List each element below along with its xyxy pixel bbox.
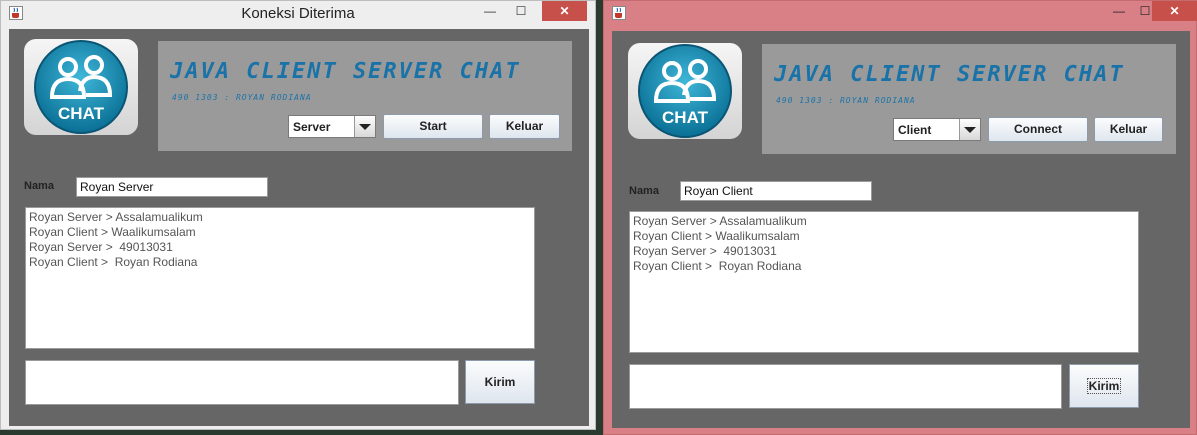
header-subtitle: 490 1303 : ROYAN RODIANA — [172, 93, 312, 102]
chat-log[interactable]: Royan Server > Assalamualikum Royan Clie… — [629, 211, 1139, 353]
header-title: JAVA CLIENT SERVER CHAT — [774, 62, 1125, 87]
chat-logo: CHAT — [24, 39, 138, 135]
server-content-panel: CHAT JAVA CLIENT SERVER CHAT 490 1303 : … — [9, 29, 589, 426]
client-content-panel: CHAT JAVA CLIENT SERVER CHAT 490 1303 : … — [612, 31, 1190, 428]
exit-button[interactable]: Keluar — [489, 114, 560, 139]
chat-users-icon: CHAT — [638, 44, 732, 138]
chat-users-icon: CHAT — [34, 40, 128, 134]
minimize-button[interactable]: — — [477, 1, 503, 21]
start-button[interactable]: Start — [383, 114, 483, 139]
header-panel: JAVA CLIENT SERVER CHAT 490 1303 : ROYAN… — [762, 44, 1176, 154]
java-cup-icon — [612, 6, 626, 20]
name-label: Nama — [629, 185, 659, 197]
chat-log[interactable]: Royan Server > Assalamualikum Royan Clie… — [25, 207, 535, 349]
mode-select-value: Server — [293, 120, 331, 134]
client-window: — ☐ ✕ CHAT JAVA CLIENT SERVER CHAT 490 1… — [603, 0, 1197, 435]
header-panel: JAVA CLIENT SERVER CHAT 490 1303 : ROYAN… — [158, 41, 572, 151]
chat-message: Royan Client > Royan Rodiana — [633, 259, 802, 273]
server-window: Koneksi Diterima — ☐ ✕ CHAT JAVA CLIENT … — [0, 0, 596, 430]
chat-message: Royan Client > Waalikumsalam — [29, 225, 196, 239]
mode-select[interactable]: Client — [893, 118, 981, 141]
connect-button[interactable]: Connect — [988, 117, 1088, 142]
name-field[interactable]: Royan Client — [680, 181, 872, 201]
logo-text: CHAT — [662, 108, 709, 127]
send-button[interactable]: Kirim — [465, 360, 535, 404]
chevron-down-icon[interactable] — [959, 119, 980, 140]
name-field[interactable]: Royan Server — [76, 177, 268, 197]
header-title: JAVA CLIENT SERVER CHAT — [170, 59, 521, 84]
minimize-button[interactable]: — — [1106, 1, 1132, 21]
close-button[interactable]: ✕ — [542, 1, 587, 21]
chat-message: Royan Client > Waalikumsalam — [633, 229, 800, 243]
window-title: Koneksi Diterima — [241, 5, 355, 22]
send-button-label: Kirim — [1086, 378, 1122, 394]
chevron-down-icon[interactable] — [354, 116, 375, 137]
maximize-button[interactable]: ☐ — [508, 1, 534, 21]
mode-select-value: Client — [898, 123, 932, 137]
header-subtitle: 490 1303 : ROYAN RODIANA — [776, 96, 916, 105]
client-titlebar[interactable]: — ☐ ✕ — [604, 1, 1197, 27]
chat-message: Royan Client > Royan Rodiana — [29, 255, 198, 269]
chat-message: Royan Server > Assalamualikum — [633, 214, 807, 228]
chat-message: Royan Server > Assalamualikum — [29, 210, 203, 224]
close-button[interactable]: ✕ — [1152, 1, 1197, 21]
send-button[interactable]: Kirim — [1069, 364, 1139, 408]
logo-text: CHAT — [58, 104, 105, 123]
message-input[interactable] — [25, 360, 459, 405]
chat-logo: CHAT — [628, 43, 742, 139]
chat-message: Royan Server > 49013031 — [633, 244, 777, 258]
mode-select[interactable]: Server — [288, 115, 376, 138]
exit-button[interactable]: Keluar — [1094, 117, 1163, 142]
message-input[interactable] — [629, 364, 1062, 409]
name-label: Nama — [24, 180, 54, 192]
server-titlebar[interactable]: Koneksi Diterima — ☐ ✕ — [1, 1, 595, 27]
chat-message: Royan Server > 49013031 — [29, 240, 173, 254]
